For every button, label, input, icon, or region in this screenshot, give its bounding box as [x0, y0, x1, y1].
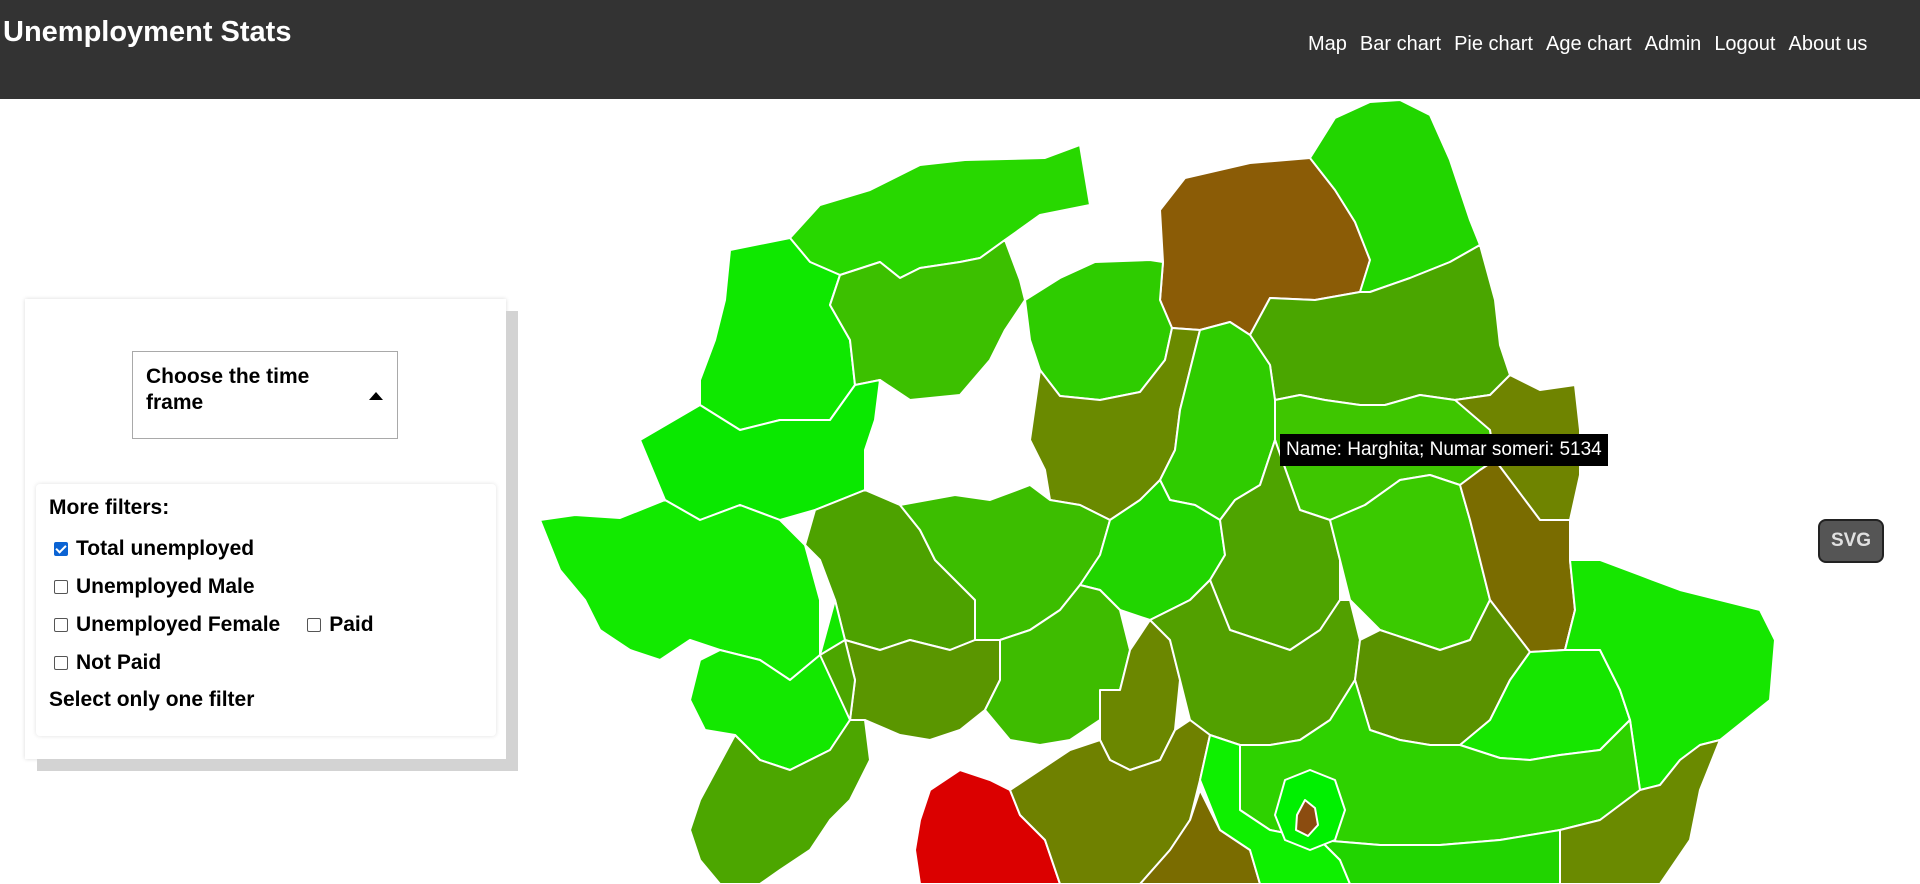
total-unemployed-label: Total unemployed [76, 537, 255, 560]
nav-pie-chart[interactable]: Pie chart [1454, 33, 1533, 56]
map-tooltip: Name: Harghita; Numar someri: 5134 [1280, 434, 1608, 466]
paid-label: Paid [329, 613, 374, 636]
nav-about-us[interactable]: About us [1788, 33, 1867, 56]
timeframe-label: Choose the time frame [146, 365, 310, 414]
filter-row: Total unemployed [49, 530, 496, 568]
filter-panel: Choose the time frame More filters: Tota… [25, 299, 506, 759]
romania-map [539, 99, 1776, 884]
nav-logout[interactable]: Logout [1714, 33, 1775, 56]
filters-title: More filters: [49, 496, 170, 519]
timeframe-select[interactable]: Choose the time frame [132, 351, 398, 439]
top-navbar: Unemployment Stats Map Bar chart Pie cha… [0, 0, 1920, 99]
svg-export-button[interactable]: SVG [1818, 519, 1884, 563]
nav-age-chart[interactable]: Age chart [1546, 33, 1632, 56]
not-paid-label: Not Paid [76, 651, 162, 674]
unemployed-male-label: Unemployed Male [76, 575, 255, 598]
nav-admin[interactable]: Admin [1645, 33, 1702, 56]
unemployed-female-checkbox[interactable] [54, 618, 68, 632]
filter-row: Unemployed Female Paid [49, 606, 496, 644]
nav-map[interactable]: Map [1308, 33, 1347, 56]
county-region[interactable] [789, 144, 1091, 279]
filter-hint: Select only one filter [49, 688, 255, 711]
paid-checkbox[interactable] [307, 618, 322, 632]
county-region[interactable] [844, 639, 1001, 741]
more-filters-box: More filters: Total unemployed Unemploye… [36, 484, 496, 736]
unemployed-male-checkbox[interactable] [54, 580, 68, 594]
main-nav: Map Bar chart Pie chart Age chart Admin … [1308, 33, 1867, 56]
app-title: Unemployment Stats [3, 16, 292, 48]
county-region[interactable] [539, 499, 821, 681]
total-unemployed-checkbox[interactable] [54, 542, 68, 556]
filter-row: Not Paid [49, 644, 496, 682]
nav-bar-chart[interactable]: Bar chart [1360, 33, 1441, 56]
not-paid-checkbox[interactable] [54, 656, 68, 670]
caret-up-icon [369, 392, 383, 400]
unemployed-female-label: Unemployed Female [76, 613, 281, 636]
filter-row: Unemployed Male [49, 568, 496, 606]
